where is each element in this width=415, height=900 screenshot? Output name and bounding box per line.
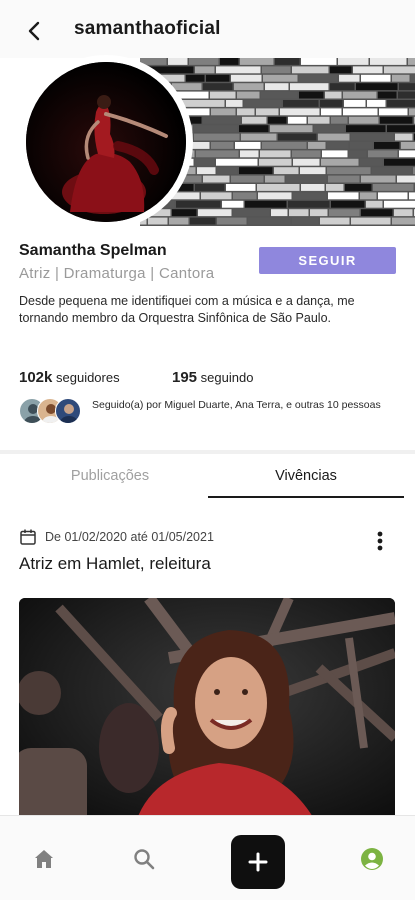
following-label: seguindo xyxy=(200,370,254,385)
back-button[interactable] xyxy=(22,18,48,44)
plus-icon xyxy=(248,852,268,872)
home-icon xyxy=(35,849,53,868)
nav-profile-button[interactable] xyxy=(350,816,394,900)
nav-home-button[interactable] xyxy=(22,816,66,900)
nav-add-button[interactable] xyxy=(231,835,285,889)
tab-publicacoes[interactable]: Publicações xyxy=(14,464,206,498)
tab-label: Vivências xyxy=(275,468,337,484)
following-count: 195 xyxy=(172,369,198,386)
nav-search-button[interactable] xyxy=(122,816,166,900)
follower-avatar xyxy=(55,398,81,424)
bottom-nav xyxy=(0,815,415,900)
profile-roles: Atriz | Dramaturga | Cantora xyxy=(19,265,215,282)
post-photo xyxy=(19,598,395,828)
top-bar: samanthaoficial xyxy=(0,0,415,58)
profile-name: Samantha Spelman xyxy=(19,242,167,259)
post-image[interactable] xyxy=(19,598,395,828)
followers-label: seguidores xyxy=(56,370,120,385)
follow-button[interactable]: SEGUIR xyxy=(259,247,396,274)
profile-bio: Desde pequena me identifiquei com a músi… xyxy=(19,294,355,325)
following-stat[interactable]: 195 seguindo xyxy=(172,369,253,386)
avatar-photo xyxy=(26,62,186,222)
tab-vivencias[interactable]: Vivências xyxy=(208,464,404,498)
post-date-range: De 01/02/2020 até 01/05/2021 xyxy=(45,530,214,544)
more-vertical-icon xyxy=(377,531,383,551)
search-icon xyxy=(134,848,155,869)
avatar[interactable] xyxy=(26,62,186,222)
post-date-row: De 01/02/2020 até 01/05/2021 xyxy=(19,528,214,546)
person-icon xyxy=(60,404,78,423)
followed-by-avatars[interactable] xyxy=(19,398,89,426)
followers-stat[interactable]: 102k seguidores xyxy=(19,369,120,386)
chevron-left-icon xyxy=(28,21,40,41)
post-more-button[interactable] xyxy=(370,528,390,554)
profile-username: samanthaoficial xyxy=(74,18,221,39)
section-divider xyxy=(0,450,415,454)
tab-label: Publicações xyxy=(70,468,150,484)
calendar-icon xyxy=(20,529,36,545)
post-title: Atriz em Hamlet, releitura xyxy=(19,554,211,573)
profile-icon xyxy=(361,847,383,870)
followed-by-text: Seguido(a) por Miguel Duarte, Ana Terra,… xyxy=(92,399,381,411)
followers-count: 102k xyxy=(19,369,53,386)
